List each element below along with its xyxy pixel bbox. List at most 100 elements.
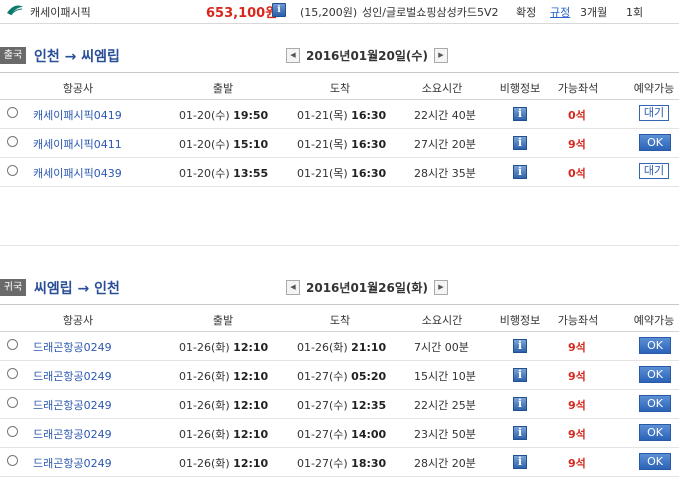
flight-row[interactable]: 드래곤항공0249 01-26(화) 12:10 01-27(수) 14:00 23시…: [0, 418, 679, 448]
flight-info-icon[interactable]: i: [513, 107, 527, 121]
arrival-date: 01-26(화): [297, 341, 348, 354]
arrival-clock: 18:30: [351, 457, 387, 470]
flight-duration: 28시간 20분: [414, 457, 476, 470]
flight-duration: 22시간 40분: [414, 109, 476, 122]
outbound-header: 출국 인천 → 씨엠립 ◀ 2016년01월20일(수) ▶: [0, 42, 679, 68]
confirm-status: 확정: [516, 6, 537, 19]
flight-info-icon[interactable]: i: [513, 426, 527, 440]
departure-time: 01-20(수) 15:10: [179, 136, 268, 152]
departure-time: 01-26(화) 12:10: [179, 339, 268, 355]
arrival-time: 01-21(목) 16:30: [297, 165, 386, 181]
arrival-date: 01-21(목): [297, 138, 348, 151]
departure-clock: 15:10: [233, 138, 269, 151]
flight-number-link[interactable]: 드래곤항공0249: [33, 368, 112, 384]
departure-time: 01-26(화) 12:10: [179, 455, 268, 471]
inbound-table-header: 항공사 출발 도착 소요시간 비행정보 가능좌석 예약가능: [0, 304, 679, 332]
flight-info-icon[interactable]: i: [513, 136, 527, 150]
flight-select-radio[interactable]: [7, 455, 18, 466]
inbound-route: 씨엠립 → 인천: [34, 281, 120, 297]
flight-number-link[interactable]: 캐세이패시픽0439: [33, 165, 122, 181]
flight-number-link[interactable]: 드래곤항공0249: [33, 455, 112, 471]
arrival-date: 01-21(목): [297, 109, 348, 122]
fare-summary-bar: 캐세이패시픽 653,100원 i (15,200원) 성인/글로벌쇼핑삼성카드…: [0, 0, 679, 24]
arrival-date: 01-27(수): [297, 428, 348, 441]
flight-info-icon[interactable]: i: [513, 397, 527, 411]
available-seats: 9석: [568, 457, 586, 470]
flight-row[interactable]: 드래곤항공0249 01-26(화) 12:10 01-27(수) 18:30 28시…: [0, 447, 679, 477]
flight-number-link[interactable]: 드래곤항공0249: [33, 397, 112, 413]
flight-number-link[interactable]: 드래곤항공0249: [33, 339, 112, 355]
departure-time: 01-26(화) 12:10: [179, 397, 268, 413]
departure-clock: 12:10: [233, 428, 269, 441]
flight-select-radio[interactable]: [7, 136, 18, 147]
book-ok-button[interactable]: OK: [639, 453, 671, 470]
flight-row[interactable]: 캐세이패시픽0411 01-20(수) 15:10 01-21(목) 16:30 27…: [0, 128, 679, 158]
flight-number-link[interactable]: 드래곤항공0249: [33, 426, 112, 442]
flight-number-link[interactable]: 캐세이패시픽0411: [33, 136, 122, 152]
fare-rule-link[interactable]: 규정: [550, 4, 570, 20]
outbound-route: 인천 → 씨엠립: [34, 49, 120, 65]
col-arrival: 도착: [329, 82, 351, 95]
flight-info-icon[interactable]: i: [513, 368, 527, 382]
departure-date: 01-20(수): [179, 138, 230, 151]
col-flight-info: 비행정보: [499, 82, 541, 95]
waitlist-button[interactable]: 대기: [639, 105, 669, 121]
discount-amount: (15,200원): [300, 6, 358, 19]
book-ok-button[interactable]: OK: [639, 424, 671, 441]
col-duration: 소요시간: [421, 314, 463, 327]
flight-row[interactable]: 드래곤항공0249 01-26(화) 12:10 01-27(수) 05:20 15시…: [0, 360, 679, 390]
departure-clock: 12:10: [233, 457, 269, 470]
col-departure: 출발: [212, 82, 234, 95]
flight-row[interactable]: 드래곤항공0249 01-26(화) 12:10 01-27(수) 12:35 22시…: [0, 389, 679, 419]
departure-time: 01-26(화) 12:10: [179, 426, 268, 442]
next-date-arrow-icon[interactable]: ▶: [433, 280, 448, 295]
waitlist-button[interactable]: 대기: [639, 163, 669, 179]
flight-select-radio[interactable]: [7, 339, 18, 350]
prev-date-arrow-icon[interactable]: ◀: [286, 280, 300, 295]
arrival-time: 01-21(목) 16:30: [297, 107, 386, 123]
col-availability: 예약가능: [633, 82, 675, 95]
flight-row[interactable]: 캐세이패시픽0439 01-20(수) 13:55 01-21(목) 16:30 28…: [0, 157, 679, 187]
arrival-date: 01-21(목): [297, 167, 348, 180]
price-info-icon[interactable]: i: [272, 3, 286, 17]
arrival-clock: 05:20: [351, 370, 387, 383]
book-ok-button[interactable]: OK: [639, 337, 671, 354]
flight-select-radio[interactable]: [7, 426, 18, 437]
arrival-time: 01-26(화) 21:10: [297, 339, 386, 355]
book-ok-button[interactable]: OK: [639, 134, 671, 151]
departure-time: 01-26(화) 12:10: [179, 368, 268, 384]
flight-info-icon[interactable]: i: [513, 339, 527, 353]
flight-info-icon[interactable]: i: [513, 165, 527, 179]
outbound-date-selector: ◀ 2016년01월20일(수) ▶: [286, 47, 448, 64]
departure-clock: 19:50: [233, 109, 269, 122]
prev-date-arrow-icon[interactable]: ◀: [286, 48, 300, 63]
flight-duration: 22시간 25분: [414, 399, 476, 412]
total-price: 653,100원: [206, 6, 278, 21]
arrival-date: 01-27(수): [297, 370, 348, 383]
departure-date: 01-26(화): [179, 370, 230, 383]
flight-number-link[interactable]: 캐세이패시픽0419: [33, 107, 122, 123]
arrival-date: 01-27(수): [297, 399, 348, 412]
flight-select-radio[interactable]: [7, 107, 18, 118]
flight-select-radio[interactable]: [7, 397, 18, 408]
flight-select-radio[interactable]: [7, 165, 18, 176]
departure-date: 01-26(화): [179, 341, 230, 354]
arrival-clock: 16:30: [351, 109, 387, 122]
book-ok-button[interactable]: OK: [639, 366, 671, 383]
available-seats: 9석: [568, 370, 586, 383]
col-seats: 가능좌석: [557, 314, 599, 327]
book-ok-button[interactable]: OK: [639, 395, 671, 412]
next-date-arrow-icon[interactable]: ▶: [433, 48, 448, 63]
inbound-date-selector: ◀ 2016년01월26일(화) ▶: [286, 279, 448, 296]
arrival-clock: 16:30: [351, 167, 387, 180]
flight-duration: 23시간 50분: [414, 428, 476, 441]
departure-date: 01-26(화): [179, 457, 230, 470]
flight-select-radio[interactable]: [7, 368, 18, 379]
flight-row[interactable]: 드래곤항공0249 01-26(화) 12:10 01-26(화) 21:10 7시간…: [0, 331, 679, 361]
flight-info-icon[interactable]: i: [513, 455, 527, 469]
flight-duration: 28시간 35분: [414, 167, 476, 180]
arrival-clock: 12:35: [351, 399, 387, 412]
flight-duration: 27시간 20분: [414, 138, 476, 151]
arrival-clock: 14:00: [351, 428, 387, 441]
flight-row[interactable]: 캐세이패시픽0419 01-20(수) 19:50 01-21(목) 16:30 22…: [0, 99, 679, 129]
